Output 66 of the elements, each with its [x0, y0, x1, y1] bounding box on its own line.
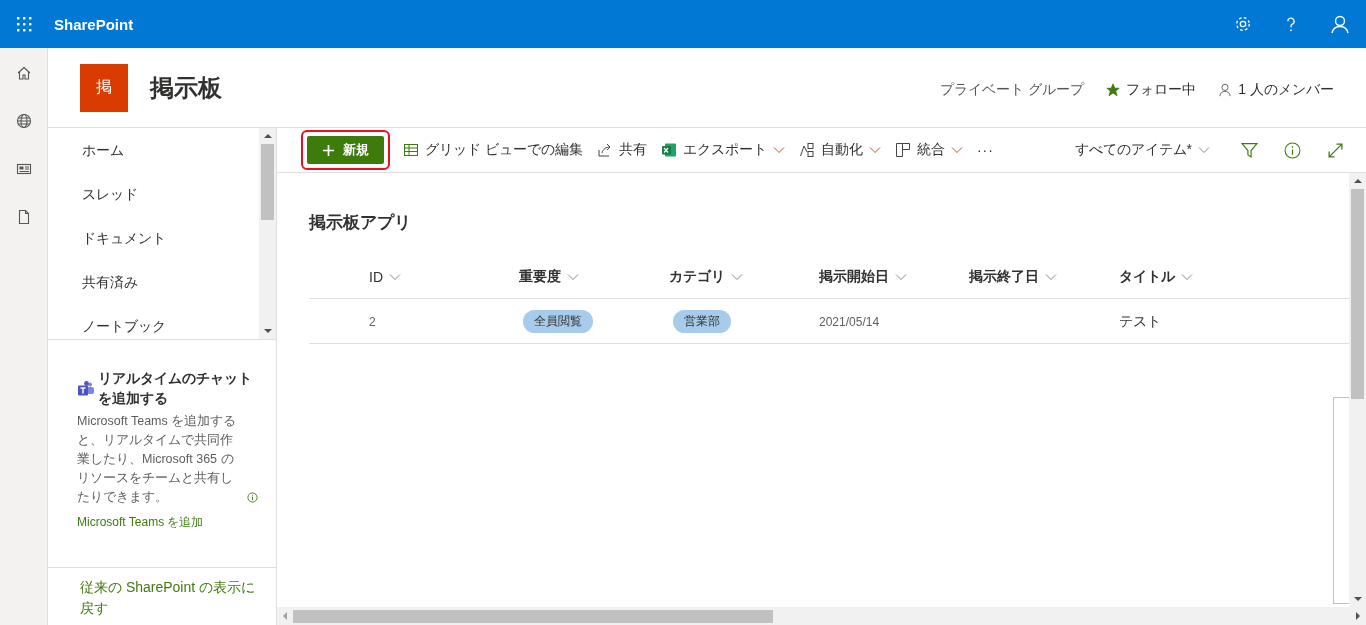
chevron-down-icon	[772, 146, 785, 154]
settings-icon[interactable]	[1234, 15, 1252, 33]
command-button[interactable]: 自動化	[793, 134, 886, 166]
plus-icon	[322, 143, 335, 157]
table-cell[interactable]: テスト	[1119, 312, 1161, 329]
command-button[interactable]: 共有	[591, 134, 652, 166]
column-header[interactable]: カテゴリ	[669, 268, 819, 286]
chevron-down-icon	[895, 273, 907, 281]
more-button[interactable]: ···	[971, 134, 999, 166]
command-button[interactable]: 統合	[889, 134, 968, 166]
view-selector[interactable]: すべてのアイテム*	[1069, 134, 1215, 166]
add-teams-link[interactable]: Microsoft Teams を追加	[77, 514, 258, 531]
promo-heading: リアルタイムのチャットを追加する	[98, 369, 253, 408]
scrollbar[interactable]	[1349, 173, 1366, 607]
choice-tag: 営業部	[673, 309, 731, 333]
chevron-down-icon	[1198, 146, 1210, 154]
command-button[interactable]: エクスポート	[655, 134, 790, 166]
nav-link[interactable]: スレッド	[48, 172, 259, 216]
column-header[interactable]: タイトル	[1119, 268, 1269, 286]
info-icon[interactable]	[247, 492, 258, 503]
new-button[interactable]: 新規	[307, 136, 384, 164]
expand-icon[interactable]	[1327, 141, 1344, 159]
flow-icon	[798, 142, 815, 158]
account-icon[interactable]	[1330, 14, 1350, 34]
site-title[interactable]: 掲示板	[150, 71, 222, 104]
table-cell: 2	[369, 315, 376, 329]
chevron-down-icon	[389, 273, 401, 281]
column-header[interactable]: 掲示開始日	[819, 268, 969, 286]
scrollbar[interactable]	[259, 128, 276, 339]
scrollbar[interactable]	[277, 607, 1366, 625]
column-header[interactable]: 掲示終了日	[969, 268, 1119, 286]
chevron-down-icon	[950, 146, 963, 154]
nav-link[interactable]: 共有済み	[48, 260, 259, 304]
home-icon[interactable]	[15, 65, 32, 81]
site-logo[interactable]: 掲	[80, 63, 128, 112]
teams-icon	[77, 380, 95, 398]
classic-view-link[interactable]: 従来の SharePoint の表示に戻す	[48, 568, 276, 619]
list-title: 掲示板アプリ	[309, 212, 412, 234]
person-icon	[1218, 82, 1233, 97]
globe-icon[interactable]	[15, 113, 32, 129]
table-cell: 2021/05/14	[819, 315, 880, 329]
nav-link[interactable]: ホーム	[48, 128, 259, 172]
column-header[interactable]: ID	[369, 269, 519, 285]
info-icon[interactable]	[1284, 141, 1301, 159]
nav-link[interactable]: ノートブック	[48, 304, 259, 339]
filter-icon[interactable]	[1241, 141, 1258, 159]
app-title[interactable]: SharePoint	[54, 15, 134, 33]
share-icon	[596, 142, 613, 158]
app-launcher-icon[interactable]	[16, 16, 32, 32]
privacy-label: プライベート グループ	[940, 80, 1085, 99]
command-button[interactable]: グリッド ビューでの編集	[398, 134, 588, 166]
members-button[interactable]: 1 人のメンバー	[1218, 80, 1334, 99]
chevron-down-icon	[868, 146, 881, 154]
panel-icon	[894, 142, 911, 158]
news-icon[interactable]	[15, 161, 32, 177]
chevron-down-icon	[1045, 273, 1057, 281]
column-header[interactable]: 重要度	[519, 268, 669, 286]
choice-tag: 全員閲覧	[523, 309, 593, 333]
excel-icon	[660, 142, 677, 158]
follow-button[interactable]: フォロー中	[1106, 80, 1197, 99]
chevron-down-icon	[731, 273, 743, 281]
nav-link[interactable]: ドキュメント	[48, 216, 259, 260]
chevron-down-icon	[567, 273, 579, 281]
grid-icon	[403, 142, 419, 158]
chevron-down-icon	[1181, 273, 1193, 281]
promo-text: Microsoft Teams を追加すると、リアルタイムで共同作業したり、Microsoft 365 のリソースをチームと共有したりできます。	[77, 413, 238, 506]
